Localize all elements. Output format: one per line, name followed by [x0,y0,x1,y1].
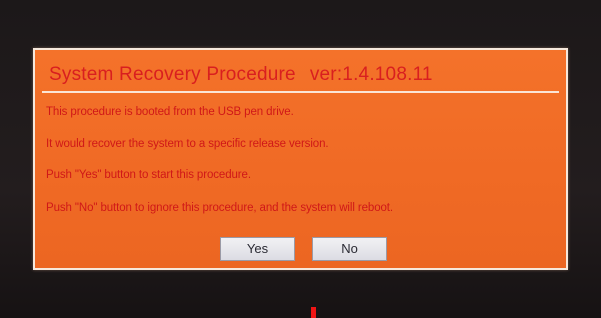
message-line-2: It would recover the system to a specifi… [46,138,329,150]
version-label: ver:1.4.108.11 [309,64,433,85]
dialog-title: System Recovery Procedure ver:1.4.108.11 [49,64,433,86]
no-button[interactable]: No [312,237,387,261]
message-line-4: Push "No" button to ignore this procedur… [46,202,393,214]
title-divider [42,91,559,93]
yes-button[interactable]: Yes [220,237,295,261]
recovery-dialog: System Recovery Procedure ver:1.4.108.11 … [33,48,568,270]
message-line-1: This procedure is booted from the USB pe… [46,106,294,118]
cursor-mark [311,307,316,318]
dialog-title-text: System Recovery Procedure [49,64,296,85]
screen: System Recovery Procedure ver:1.4.108.11 … [0,0,601,318]
message-line-3: Push "Yes" button to start this procedur… [46,169,251,181]
